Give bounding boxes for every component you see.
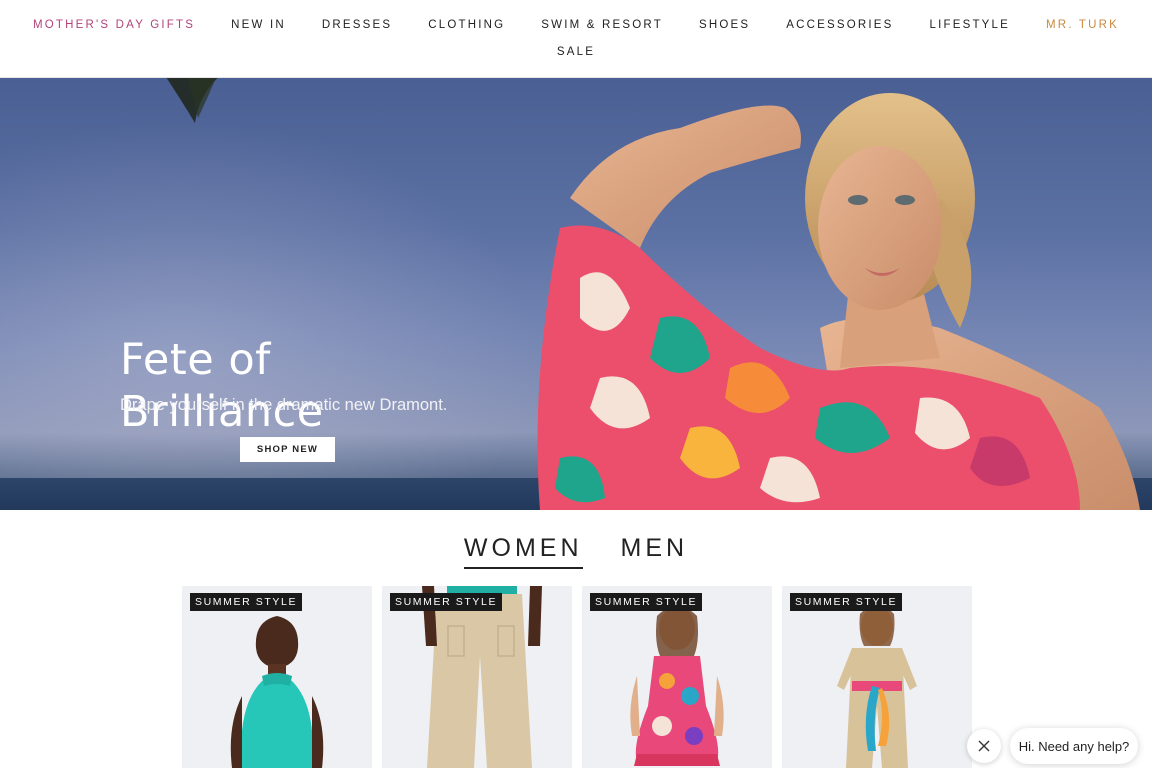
nav-mr-turk[interactable]: MR. TURK bbox=[1028, 17, 1137, 33]
nav-shoes[interactable]: SHOES bbox=[681, 17, 768, 33]
summer-style-badge: SUMMER STYLE bbox=[390, 593, 503, 611]
nav-row-main: MOTHER'S DAY GIFTS NEW IN DRESSES CLOTHI… bbox=[0, 17, 1152, 33]
tab-women[interactable]: WOMEN bbox=[463, 534, 583, 569]
product-card[interactable]: SUMMER STYLE bbox=[582, 586, 772, 768]
chat-close-button[interactable] bbox=[967, 729, 1001, 763]
nav-lifestyle[interactable]: LIFESTYLE bbox=[912, 17, 1029, 33]
nav-dresses[interactable]: DRESSES bbox=[304, 17, 410, 33]
nav-new-in[interactable]: NEW IN bbox=[213, 17, 304, 33]
tab-men[interactable]: MEN bbox=[621, 534, 689, 569]
nav-accessories[interactable]: ACCESSORIES bbox=[768, 17, 911, 33]
nav-swim-resort[interactable]: SWIM & RESORT bbox=[523, 17, 681, 33]
hero-subtitle: Drape yourself in the dramatic new Dramo… bbox=[120, 396, 448, 414]
nav-sale[interactable]: SALE bbox=[539, 44, 613, 60]
product-grid: SUMMER STYLE SUMMER STYLE SUMMER STYLE S… bbox=[182, 586, 972, 768]
palm-silhouette bbox=[166, 78, 218, 123]
product-card[interactable]: SUMMER STYLE bbox=[182, 586, 372, 768]
chat-prompt-bubble[interactable]: Hi. Need any help? bbox=[1010, 728, 1138, 764]
product-image-jumpsuit bbox=[837, 605, 917, 768]
hero-banner[interactable]: Fete of Brilliance Drape yourself in the… bbox=[0, 78, 1152, 510]
product-image-print-dress bbox=[630, 606, 724, 766]
nav-mothers-day-gifts[interactable]: MOTHER'S DAY GIFTS bbox=[15, 17, 213, 33]
close-icon bbox=[978, 740, 990, 752]
product-card[interactable]: SUMMER STYLE bbox=[782, 586, 972, 768]
nav-clothing[interactable]: CLOTHING bbox=[410, 17, 523, 33]
hero-model-image bbox=[537, 93, 1140, 510]
product-image-halter-top bbox=[230, 616, 324, 768]
summer-style-badge: SUMMER STYLE bbox=[590, 593, 703, 611]
product-card[interactable]: SUMMER STYLE bbox=[382, 586, 572, 768]
shop-new-button[interactable]: SHOP NEW bbox=[240, 437, 335, 462]
gender-tabs: WOMEN MEN bbox=[0, 534, 1152, 569]
hero-title: Fete of Brilliance bbox=[120, 335, 324, 437]
top-navigation: MOTHER'S DAY GIFTS NEW IN DRESSES CLOTHI… bbox=[0, 0, 1152, 78]
summer-style-badge: SUMMER STYLE bbox=[190, 593, 303, 611]
nav-row-secondary: SALE bbox=[0, 44, 1152, 60]
summer-style-badge: SUMMER STYLE bbox=[790, 593, 903, 611]
product-image-wide-pants bbox=[422, 586, 542, 768]
